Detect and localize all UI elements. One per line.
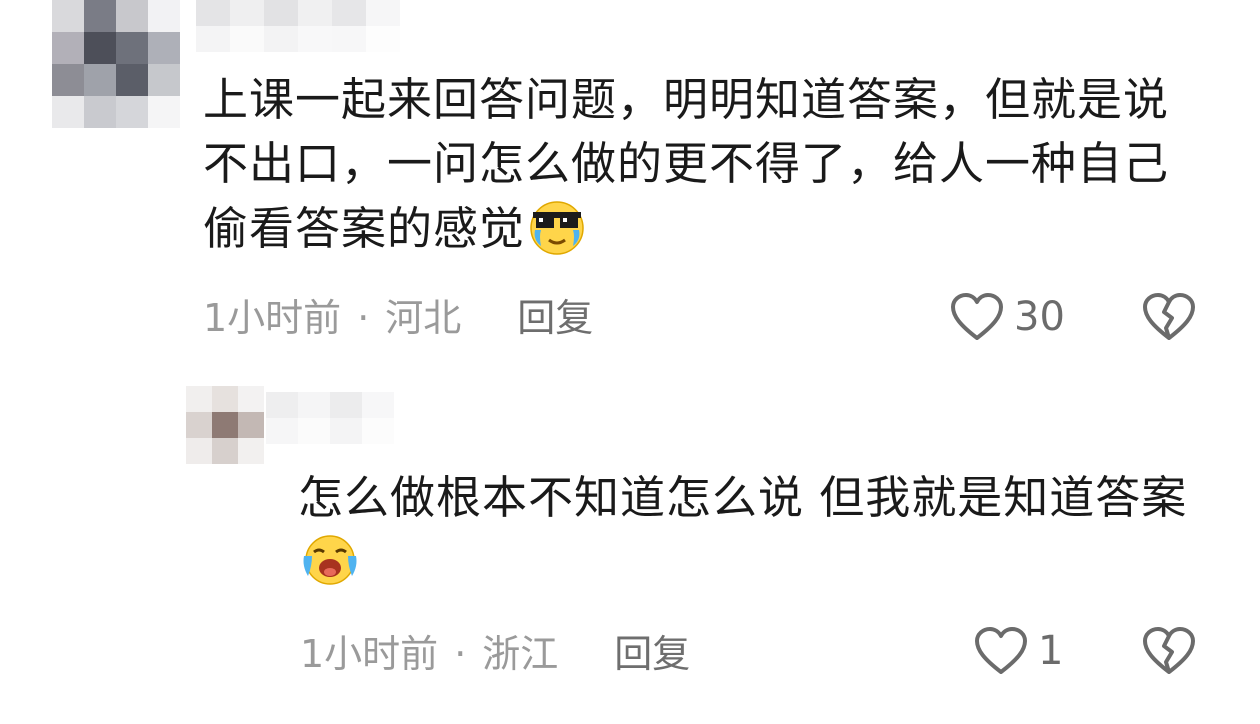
dislike-button[interactable] <box>1142 292 1196 346</box>
heart-icon <box>951 293 1003 340</box>
like-count: 1 <box>1038 628 1064 674</box>
loudly-crying-emoji-icon <box>303 535 357 585</box>
broken-heart-icon <box>1143 627 1195 674</box>
location: 浙江 <box>482 632 559 676</box>
avatar[interactable] <box>186 386 264 464</box>
reply-button[interactable]: 回复 <box>517 296 593 340</box>
reply-button[interactable]: 回复 <box>614 632 690 676</box>
comment-meta: 1小时前 · 河北 回复 <box>203 296 593 340</box>
timestamp: 1小时前 <box>300 632 439 676</box>
broken-heart-icon <box>1143 293 1195 340</box>
timestamp: 1小时前 <box>203 296 342 340</box>
like-count: 30 <box>1014 294 1065 340</box>
username[interactable] <box>266 392 394 444</box>
heart-icon <box>975 627 1027 674</box>
comment-body: 上课一起来回答问题，明明知道答案，但就是说不出口，一问怎么做的更不得了，给人一种… <box>203 73 1170 255</box>
username[interactable] <box>196 0 400 52</box>
dislike-button[interactable] <box>1142 626 1196 680</box>
comment-body: 怎么做根本不知道怎么说 但我就是知道答案 <box>298 471 1188 524</box>
separator: · <box>454 632 467 676</box>
separator: · <box>357 296 370 340</box>
comment-text: 上课一起来回答问题，明明知道答案，但就是说不出口，一问怎么做的更不得了，给人一种… <box>203 68 1213 261</box>
like-button[interactable]: 1 <box>974 626 1063 676</box>
cool-crying-emoji-icon <box>530 201 584 255</box>
like-button[interactable]: 30 <box>950 292 1065 342</box>
location: 河北 <box>385 296 462 340</box>
comment-meta: 1小时前 · 浙江 回复 <box>300 632 690 676</box>
reply-text: 怎么做根本不知道怎么说 但我就是知道答案 <box>298 466 1198 595</box>
avatar[interactable] <box>52 0 180 128</box>
